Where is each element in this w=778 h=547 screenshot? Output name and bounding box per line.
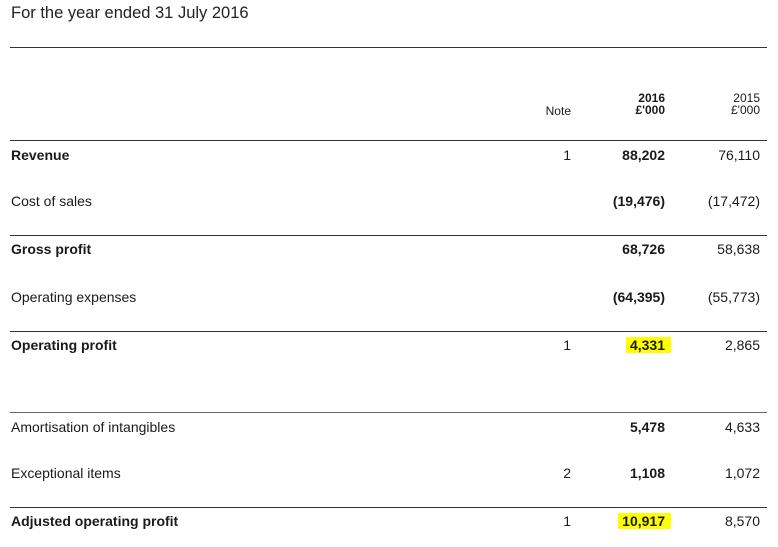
statement-title: For the year ended 31 July 2016 <box>11 4 249 22</box>
row-adjusted-operating-profit-current: 10,917 <box>618 512 671 530</box>
current-year-column-header: 2016 £'000 <box>635 92 665 116</box>
title-rule <box>10 47 767 48</box>
row-operating-expenses-current: (64,395) <box>612 289 665 305</box>
row-cost-of-sales-current: (19,476) <box>612 193 665 209</box>
row-revenue-current: 88,202 <box>622 147 665 163</box>
row-exceptional-items-label: Exceptional items <box>11 465 121 481</box>
row-exceptional-items-note: 2 <box>563 465 571 481</box>
current-year-unit: £'000 <box>635 103 665 117</box>
row-cost-of-sales-prior: (17,472) <box>707 193 760 209</box>
operating-profit-highlight: 4,331 <box>625 337 671 353</box>
operating-profit-rule <box>10 331 767 332</box>
row-amortisation-label: Amortisation of intangibles <box>11 419 176 435</box>
row-adjusted-operating-profit-label: Adjusted operating profit <box>11 513 179 529</box>
row-amortisation-current: 5,478 <box>629 419 665 435</box>
row-amortisation-prior: 4,633 <box>724 419 760 435</box>
row-operating-profit-prior: 2,865 <box>724 337 760 353</box>
row-revenue-label: Revenue <box>11 147 70 163</box>
row-exceptional-items-current: 1,108 <box>629 465 665 481</box>
row-gross-profit-label: Gross profit <box>11 241 92 257</box>
prior-year-column-header: 2015 £'000 <box>731 92 760 116</box>
header-rule <box>10 140 767 141</box>
note-column-header: Note <box>545 104 571 118</box>
row-adjusted-operating-profit-prior: 8,570 <box>724 513 760 529</box>
gross-profit-rule <box>10 235 767 236</box>
reconciliation-rule <box>10 412 767 413</box>
row-revenue-prior: 76,110 <box>718 147 760 163</box>
row-operating-profit-label: Operating profit <box>11 337 117 353</box>
row-exceptional-items-prior: 1,072 <box>724 465 760 481</box>
row-operating-profit-current: 4,331 <box>625 336 671 354</box>
row-revenue-note: 1 <box>563 147 571 163</box>
row-operating-expenses-label: Operating expenses <box>11 289 137 305</box>
row-adjusted-operating-profit-note: 1 <box>563 513 571 529</box>
row-cost-of-sales-label: Cost of sales <box>11 193 92 209</box>
row-operating-profit-note: 1 <box>563 337 571 353</box>
adjusted-operating-profit-highlight: 10,917 <box>618 513 671 529</box>
row-gross-profit-current: 68,726 <box>622 241 665 257</box>
adjusted-operating-profit-rule <box>10 507 767 508</box>
row-operating-expenses-prior: (55,773) <box>707 289 760 305</box>
row-gross-profit-prior: 58,638 <box>717 241 760 257</box>
prior-year-unit: £'000 <box>731 103 760 117</box>
